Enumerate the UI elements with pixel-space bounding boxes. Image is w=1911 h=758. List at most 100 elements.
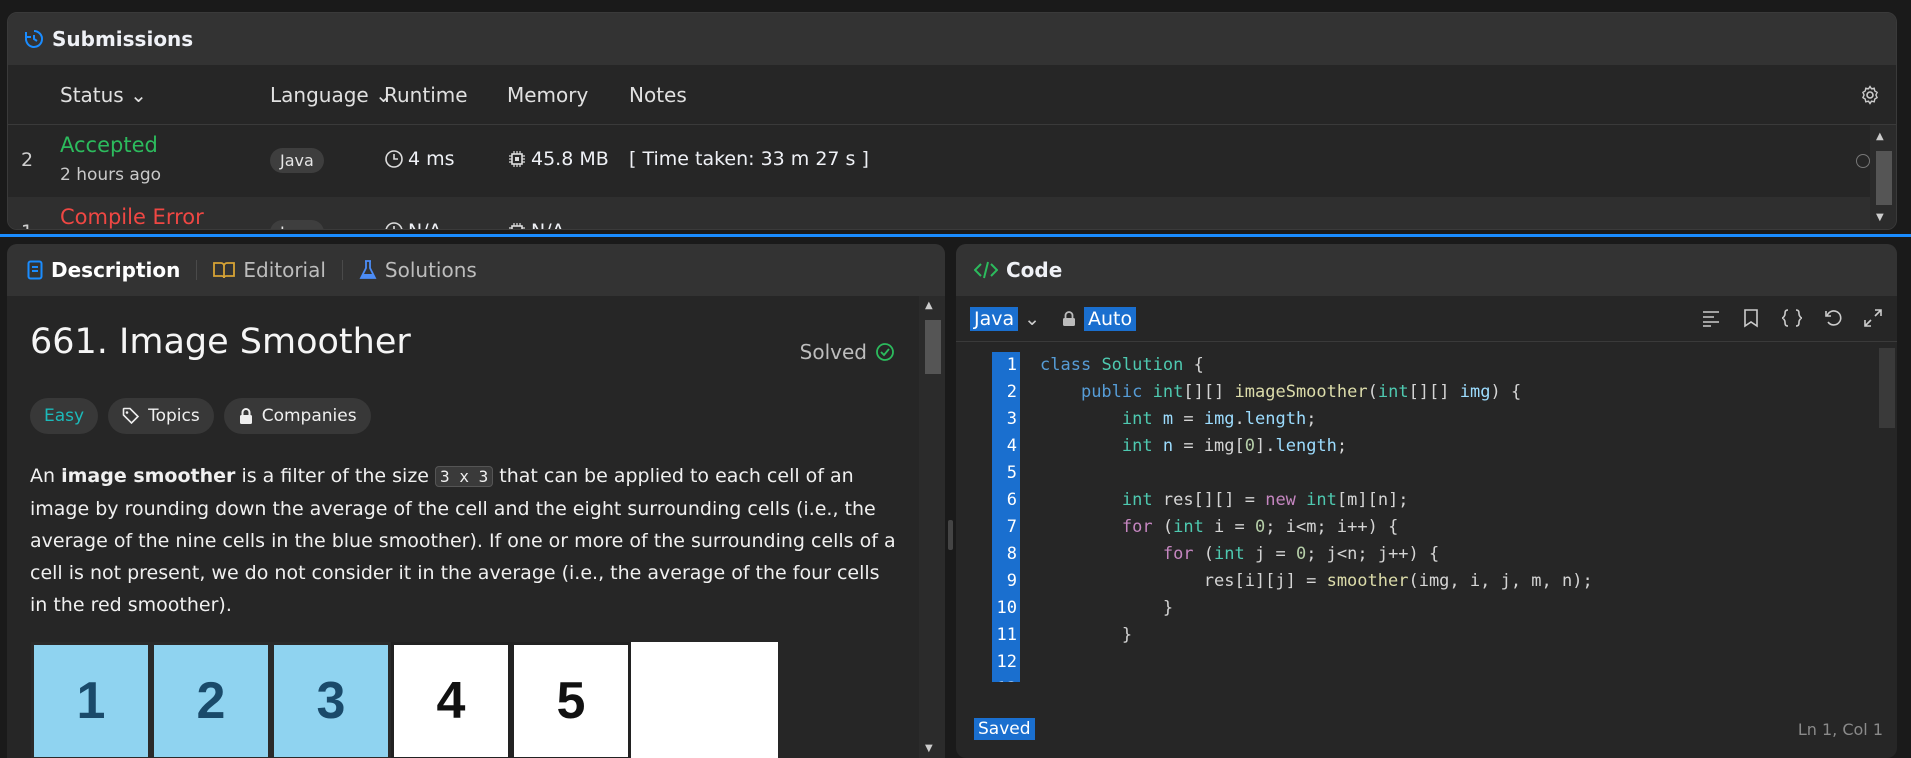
lock-icon [239,408,252,424]
status-column-header[interactable]: Status ⌄ [60,83,147,107]
submissions-title: Submissions [52,27,194,51]
braces-icon[interactable] [1781,308,1803,328]
flask-icon [359,260,377,279]
scroll-up-arrow[interactable]: ▲ [1876,131,1884,142]
grid-cell: 3 [271,642,391,758]
tab-description[interactable]: Description [27,258,180,282]
submissions-scrollbar[interactable]: ▲ ▼ [1870,125,1896,229]
code-line: } [1040,625,1133,645]
problem-tags: Easy Topics Companies [30,398,371,434]
description-panel: Description Editorial Solutions 661. Ima… [7,244,945,758]
scroll-up-arrow[interactable]: ▲ [925,300,933,311]
code-panel: Code Java ⌄ Auto 1 2 3 4 5 6 7 8 9 10 11… [956,244,1897,758]
submissions-panel: Submissions Status ⌄ Language ⌄ Runtime … [7,12,1897,230]
editor-status-bar: Saved Ln 1, Col 1 [956,716,1897,746]
table-row[interactable]: 2 Accepted 2 hours ago Java 4 ms 45.8 MB… [8,125,1870,197]
memory-value: N/A [507,220,565,229]
code-line: for (int j = 0; j<n; j++) { [1162,544,1440,564]
auto-mode-toggle[interactable]: Auto [1062,307,1137,331]
radio-indicator[interactable] [1856,154,1870,168]
chevron-down-icon: ⌄ [130,83,147,107]
tab-solutions[interactable]: Solutions [359,258,477,282]
grid-cell-blank [631,642,771,758]
submissions-header: Submissions [8,13,1896,65]
code-header: Code [956,244,1897,296]
status-compile-error[interactable]: Compile Error [60,205,204,229]
scroll-down-arrow[interactable]: ▼ [1876,212,1884,223]
grid-cell: 4 [391,642,511,758]
check-circle-icon [876,343,894,361]
tab-editorial[interactable]: Editorial [213,258,326,282]
editor-actions [1701,308,1883,328]
chip-icon [509,151,525,167]
code-line: class Solution { [1040,355,1204,375]
runtime-value: N/A [384,220,442,229]
runtime-value: 4 ms [384,148,455,170]
runtime-column-header: Runtime [384,83,468,107]
code-editor[interactable]: 1 2 3 4 5 6 7 8 9 10 11 12 13 class Solu… [956,342,1897,682]
topics-chip[interactable]: Topics [108,398,214,434]
cursor-position: Ln 1, Col 1 [1797,720,1883,739]
solved-indicator: Solved [800,340,895,364]
table-row[interactable]: 1 Compile Error Java N/A N/A [8,197,1870,229]
scrollbar-thumb[interactable] [1876,151,1892,205]
difficulty-badge: Easy [30,398,99,434]
code-line: int res[][] = new int[m][n]; [1121,490,1409,510]
example-grid-image: 1 2 3 4 5 [31,642,778,758]
problem-title[interactable]: 661. Image Smoother [30,322,411,362]
code-line: int n = img[0].length; [1121,436,1348,456]
language-badge: Java [270,148,324,173]
status-accepted[interactable]: Accepted [60,133,158,157]
editor-toolbar: Java ⌄ Auto [956,296,1897,342]
gear-icon[interactable] [1860,85,1880,105]
memory-value: 45.8 MB [507,148,609,170]
vertical-resize-handle[interactable] [948,520,953,550]
grid-cell: 1 [31,642,151,758]
code-line: int m = img.length; [1121,409,1317,429]
code-lines: class Solution { public int[][] imageSmo… [1040,352,1867,682]
clock-icon [385,222,403,229]
reset-icon[interactable] [1823,308,1843,328]
code-icon [974,261,998,279]
code-title: Code [1006,258,1063,282]
tag-icon [122,407,140,425]
panel-resize-divider[interactable] [0,234,1911,237]
row-index: 2 [21,149,34,171]
code-line: } [1040,598,1174,618]
document-icon [27,260,43,280]
notes-column-header: Notes [629,83,687,107]
history-icon [25,30,43,48]
format-icon[interactable] [1701,308,1721,328]
chip-icon [509,223,525,229]
language-select[interactable]: Java ⌄ [970,307,1040,331]
code-line: res[i][j] = smoother(img, i, j, m, n); [1040,571,1593,591]
problem-statement: An image smoother is a filter of the siz… [30,465,896,616]
saved-status: Saved [974,718,1035,740]
notes-value: [ Time taken: 33 m 27 s ] [629,148,869,170]
code-line: for (int i = 0; i<m; i++) { [1121,517,1399,537]
row-index: 1 [21,221,33,229]
fullscreen-icon[interactable] [1863,308,1883,328]
lock-icon [1063,311,1075,326]
description-scrollbar[interactable]: ▲ ▼ [919,296,945,758]
language-column-header[interactable]: Language ⌄ [270,83,392,107]
submissions-column-header: Status ⌄ Language ⌄ Runtime Memory Notes [8,65,1896,125]
scrollbar-thumb[interactable] [925,320,941,374]
grid-cell: 2 [151,642,271,758]
editor-scrollbar-thumb[interactable] [1879,348,1895,428]
chevron-down-icon: ⌄ [1024,308,1041,330]
scroll-down-arrow[interactable]: ▼ [925,743,933,754]
code-line: return res; [1040,676,1867,682]
memory-column-header: Memory [507,83,589,107]
companies-chip[interactable]: Companies [223,398,371,434]
bookmark-icon[interactable] [1741,308,1761,328]
grid-cell: 5 [511,642,631,758]
tab-separator [196,260,198,280]
book-icon [213,262,236,279]
code-line: public int[][] imageSmoother(int[][] img… [1080,382,1522,402]
submission-time: 2 hours ago [60,165,162,185]
tab-separator [341,260,343,280]
language-badge: Java [270,220,324,229]
